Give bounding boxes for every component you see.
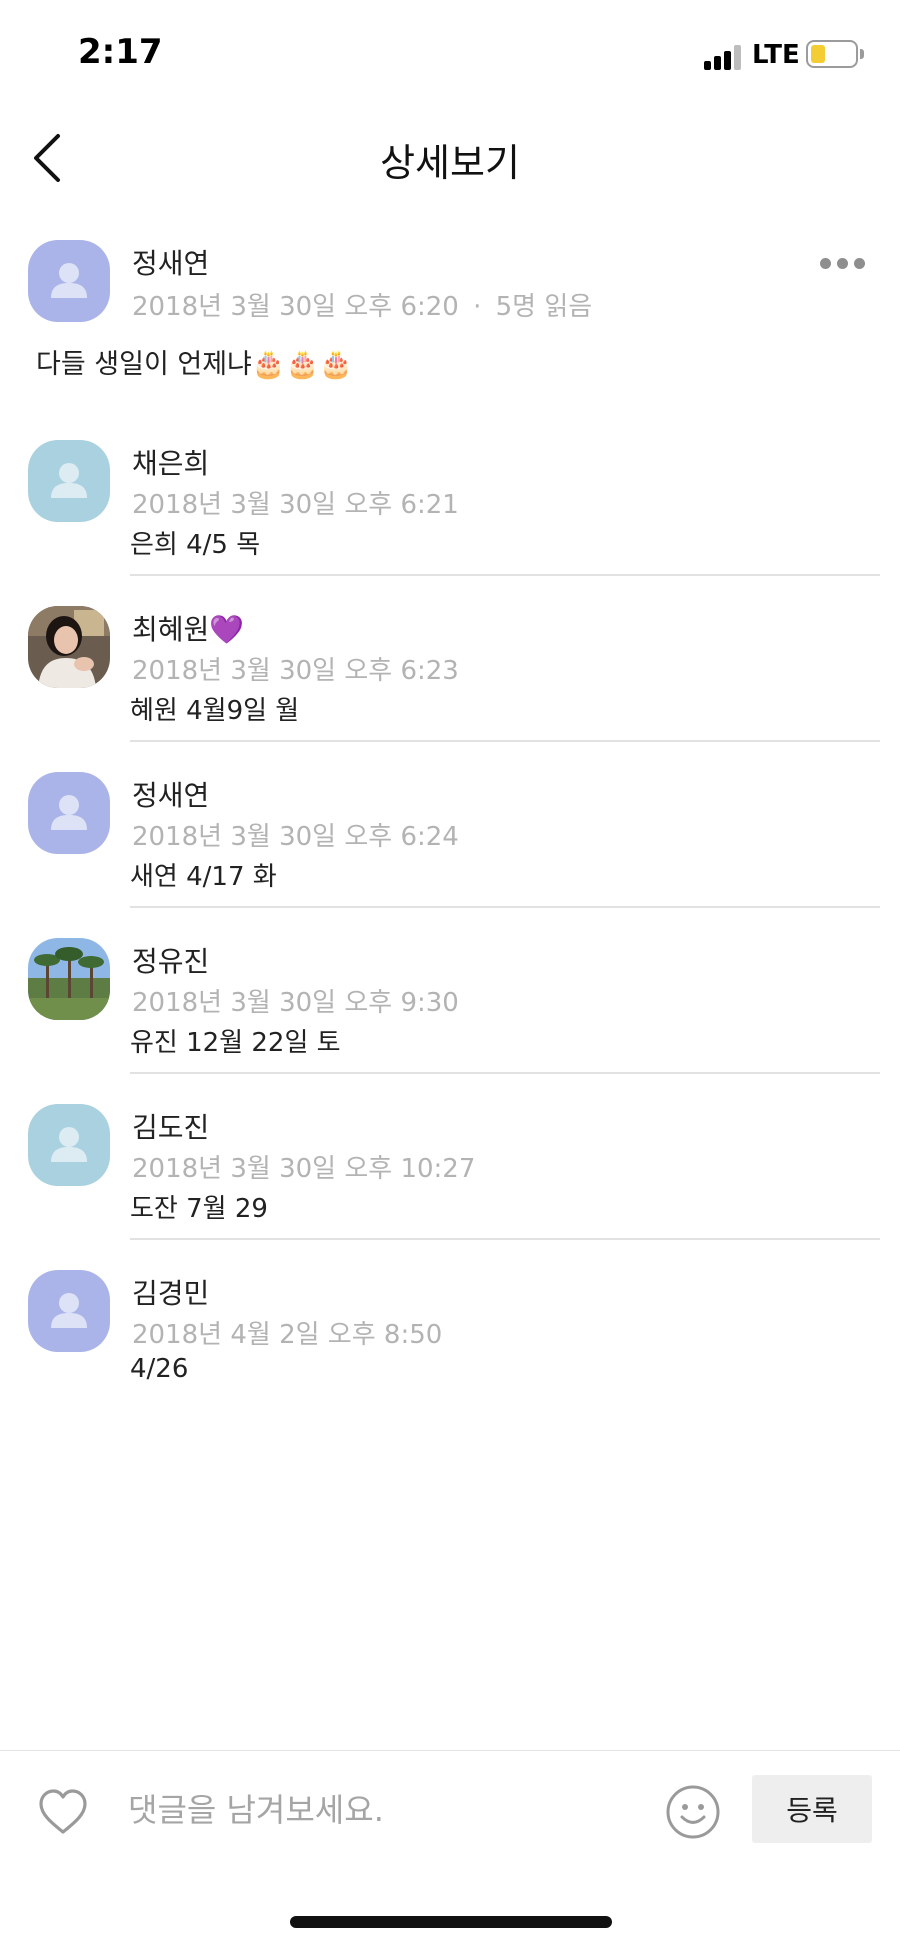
like-button[interactable] bbox=[36, 1787, 90, 1837]
comment-time: 2018년 3월 30일 오후 10:27 bbox=[132, 1154, 476, 1184]
comment-author: 김경민 bbox=[132, 1277, 210, 1310]
avatar-photo[interactable] bbox=[28, 606, 110, 688]
comment-item: 김경민 2018년 4월 2일 오후 8:50 4/26 bbox=[0, 1266, 900, 1432]
user-placeholder-icon bbox=[51, 1127, 87, 1162]
palm-trees-photo bbox=[28, 938, 110, 1020]
more-options-button[interactable] bbox=[820, 252, 870, 276]
comment-author: 정유진 bbox=[132, 945, 210, 978]
avatar[interactable] bbox=[28, 1104, 110, 1186]
status-time: 2:17 bbox=[78, 32, 163, 72]
meta-separator: · bbox=[473, 292, 482, 322]
comment-item: 정유진 2018년 3월 30일 오후 9:30 유진 12월 22일 토 bbox=[0, 934, 900, 1100]
user-placeholder-icon bbox=[51, 795, 87, 830]
divider bbox=[130, 906, 880, 908]
comment-author: 정새연 bbox=[132, 779, 210, 812]
avatar[interactable] bbox=[28, 1270, 110, 1352]
comment-input[interactable] bbox=[128, 1777, 648, 1843]
comment-text: 유진 12월 22일 토 bbox=[130, 1028, 341, 1058]
heart-outline-icon bbox=[39, 1789, 87, 1834]
comment-text: 새연 4/17 화 bbox=[130, 862, 277, 892]
network-type: LTE bbox=[752, 40, 800, 70]
comment-text: 혜원 4월9일 월 bbox=[130, 696, 300, 726]
comment-text: 도잔 7월 29 bbox=[130, 1194, 268, 1224]
avatar[interactable] bbox=[28, 440, 110, 522]
smiley-icon bbox=[666, 1785, 720, 1839]
post-timestamp: 2018년 3월 30일 오후 6:20 bbox=[132, 292, 459, 322]
divider bbox=[130, 740, 880, 742]
user-placeholder-icon bbox=[51, 463, 87, 498]
post-body: 다들 생일이 언제냐🎂🎂🎂 bbox=[36, 349, 353, 380]
battery-level bbox=[811, 45, 826, 63]
home-indicator[interactable] bbox=[290, 1916, 612, 1928]
comment-item: 김도진 2018년 3월 30일 오후 10:27 도잔 7월 29 bbox=[0, 1100, 900, 1266]
post-meta: 2018년 3월 30일 오후 6:20 · 5명 읽음 bbox=[132, 286, 592, 323]
status-bar: 2:17 LTE bbox=[0, 0, 900, 100]
comment-time: 2018년 3월 30일 오후 6:24 bbox=[132, 822, 459, 852]
comment-time: 2018년 3월 30일 오후 6:23 bbox=[132, 656, 459, 686]
comment-input-bar: 등록 bbox=[0, 1750, 900, 1870]
comment-time: 2018년 3월 30일 오후 9:30 bbox=[132, 988, 459, 1018]
comment-time: 2018년 4월 2일 오후 8:50 bbox=[132, 1320, 443, 1350]
comment-item: 정새연 2018년 3월 30일 오후 6:24 새연 4/17 화 bbox=[0, 768, 900, 934]
page-title: 상세보기 bbox=[380, 141, 520, 185]
comment-author: 채은희 bbox=[132, 447, 210, 480]
read-count: 5명 읽음 bbox=[495, 292, 593, 322]
comment-author: 김도진 bbox=[132, 1111, 210, 1144]
divider bbox=[130, 1238, 880, 1240]
comment-time: 2018년 3월 30일 오후 6:21 bbox=[132, 490, 459, 520]
battery-icon bbox=[806, 40, 864, 68]
comment-author: 최혜원💜 bbox=[132, 613, 245, 646]
comment-text: 4/26 bbox=[130, 1354, 189, 1384]
emoji-button[interactable] bbox=[664, 1783, 722, 1841]
post-author: 정새연 bbox=[132, 247, 210, 280]
comment-item: 최혜원💜 2018년 3월 30일 오후 6:23 혜원 4월9일 월 bbox=[0, 602, 900, 768]
divider bbox=[130, 574, 880, 576]
submit-button[interactable]: 등록 bbox=[752, 1775, 872, 1843]
comment-item: 채은희 2018년 3월 30일 오후 6:21 은희 4/5 목 bbox=[0, 436, 900, 602]
portrait-photo bbox=[28, 606, 110, 688]
avatar[interactable] bbox=[28, 772, 110, 854]
avatar[interactable] bbox=[28, 240, 110, 322]
avatar-photo[interactable] bbox=[28, 938, 110, 1020]
divider bbox=[130, 1072, 880, 1074]
nav-bar: 상세보기 bbox=[0, 100, 900, 216]
user-placeholder-icon bbox=[51, 263, 87, 298]
comment-text: 은희 4/5 목 bbox=[130, 530, 261, 560]
user-placeholder-icon bbox=[51, 1293, 87, 1328]
signal-strength-icon bbox=[704, 44, 744, 70]
